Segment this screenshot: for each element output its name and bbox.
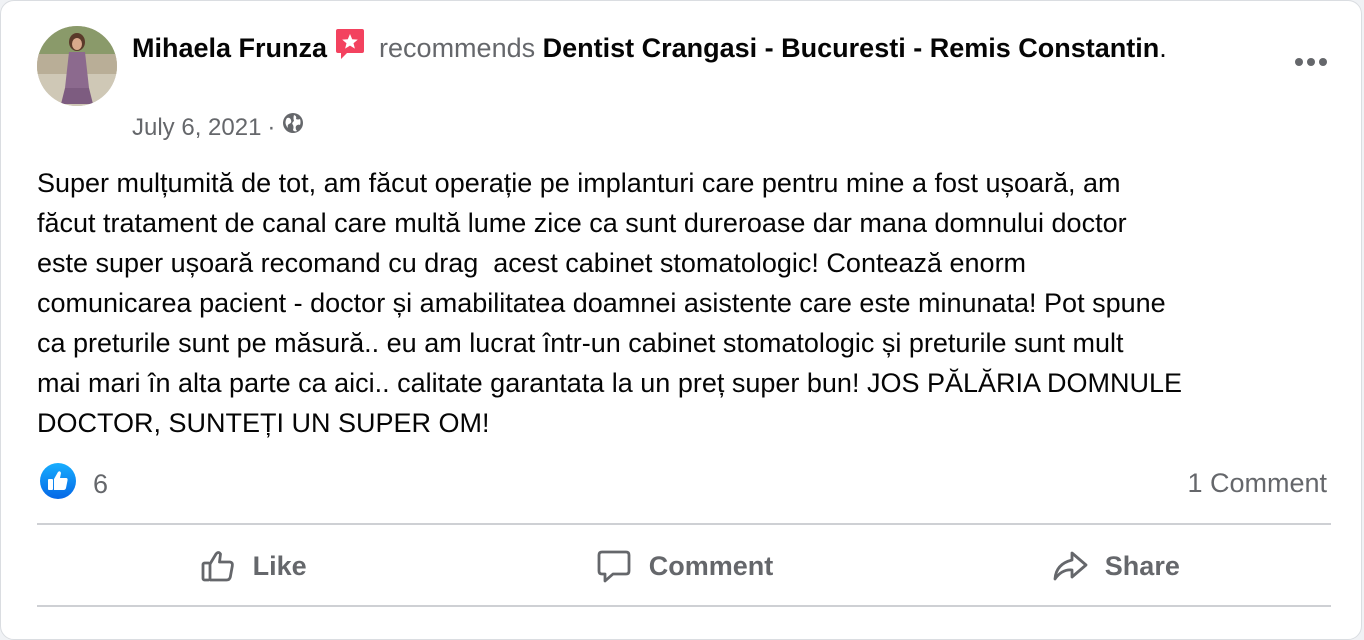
page-name-link[interactable]: Dentist Crangasi - Bucuresti - Remis Con…: [543, 33, 1160, 63]
reactions-summary[interactable]: 6: [39, 462, 108, 507]
post-card: Mihaela Frunza recommends Dentist Crangas…: [0, 0, 1362, 640]
like-button[interactable]: Like: [37, 528, 468, 604]
meta-separator: ·: [267, 113, 276, 141]
share-arrow-icon: [1053, 551, 1088, 581]
like-label: Like: [252, 550, 307, 581]
comments-count-link[interactable]: 1 Comment: [1187, 463, 1327, 503]
share-label: Share: [1104, 550, 1180, 581]
post-meta: July 6, 2021 ·: [132, 111, 305, 144]
avatar-photo: [37, 26, 117, 106]
post-date[interactable]: July 6, 2021: [132, 112, 261, 144]
more-dots-icon: [1295, 58, 1327, 66]
divider-top: [37, 523, 1331, 525]
author-avatar[interactable]: [37, 26, 117, 106]
post-body: Super mulțumită de tot, am făcut operați…: [37, 168, 1183, 438]
divider-bottom: [37, 605, 1331, 607]
comment-button[interactable]: Comment: [468, 528, 899, 604]
recommend-star-icon: [333, 27, 367, 72]
post-header: Mihaela Frunza recommends Dentist Crangas…: [132, 27, 1242, 72]
reaction-count: 6: [93, 469, 109, 499]
like-reaction-icon: [39, 462, 77, 507]
header-period: .: [1159, 33, 1167, 63]
comment-label: Comment: [648, 550, 774, 581]
more-options-button[interactable]: [1291, 45, 1331, 79]
globe-icon: [281, 111, 305, 144]
recommends-verb: recommends: [379, 33, 536, 63]
author-name[interactable]: Mihaela Frunza: [132, 33, 327, 63]
share-button[interactable]: Share: [900, 528, 1331, 604]
comment-bubble-icon: [597, 550, 631, 583]
thumbs-up-icon: [201, 551, 234, 582]
action-bar: Like Comment Share: [37, 528, 1331, 604]
